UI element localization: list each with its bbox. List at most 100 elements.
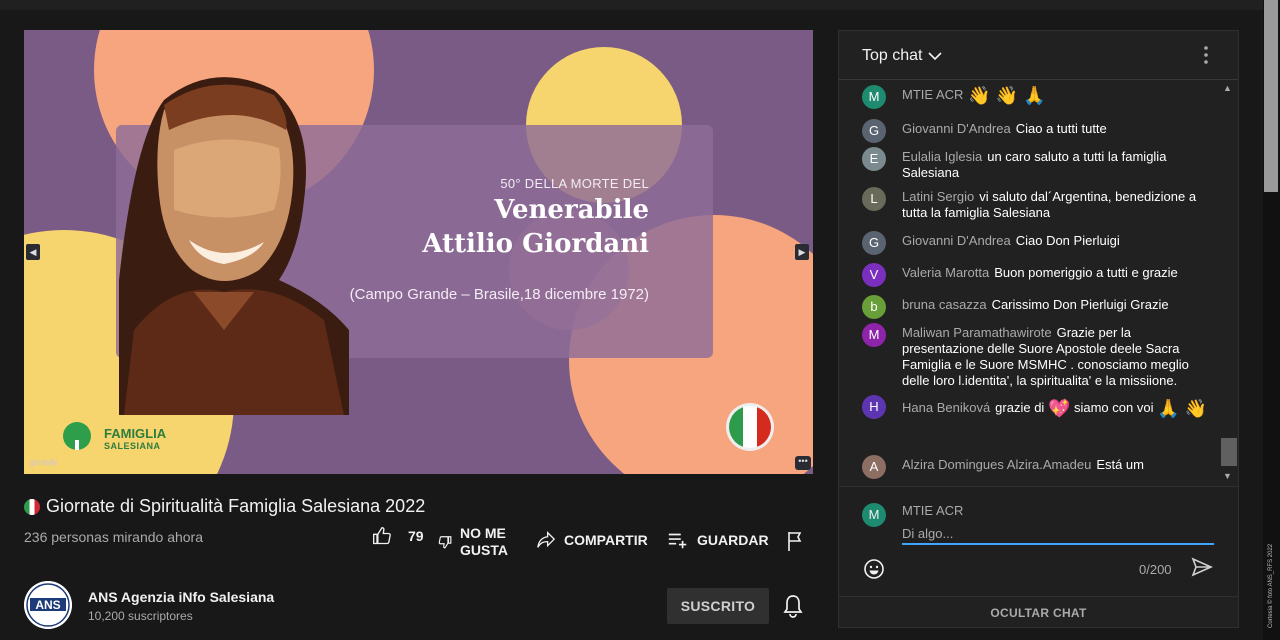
chat-header: Top chat — [839, 31, 1238, 80]
avatar[interactable]: G — [862, 231, 886, 255]
dislike-label-line1: NO ME — [460, 525, 506, 541]
chat-message-list[interactable]: M MTIE ACR 👋 👋 🙏 G Giovanni D'Andrea Ciao … — [839, 81, 1238, 485]
slide-title-line1: Venerabile — [494, 195, 649, 225]
send-button[interactable] — [1191, 557, 1213, 582]
subscribed-button[interactable]: SUSCRITO — [667, 588, 769, 624]
message-author[interactable]: bruna casazza — [902, 297, 987, 312]
avatar-text: ANS — [35, 598, 60, 612]
message-text: Carissimo Don Pierluigi Grazie — [991, 297, 1169, 312]
message-text: Está um — [1096, 457, 1144, 472]
chat-message: A Alzira Domingues Alzira.Amadeu Está um — [862, 455, 1212, 479]
chat-message: H Hana Beniková grazie di 💖 siamo con voi… — [862, 395, 1212, 420]
avatar[interactable]: V — [862, 263, 886, 287]
italy-flag-icon — [24, 498, 40, 515]
like-button[interactable]: 79 — [372, 526, 424, 546]
page-scrollbar-thumb[interactable] — [1264, 0, 1278, 192]
message-emoji: 💖 — [1047, 398, 1071, 419]
avatar[interactable]: L — [862, 187, 886, 211]
chat-composer: M MTIE ACR 0/200 — [839, 486, 1238, 597]
chat-message: G Giovanni D'Andrea Ciao a tutti tutte — [862, 119, 1212, 143]
slide-subtitle: 50° DELLA MORTE DEL — [500, 176, 649, 191]
video-title: Giornate di Spiritualità Famiglia Salesi… — [24, 496, 425, 517]
chat-scroll-up-button[interactable]: ▲ — [1223, 83, 1232, 93]
message-text-2: siamo con voi — [1073, 400, 1154, 415]
message-author[interactable]: Latini Sergio — [902, 189, 974, 204]
message-author[interactable]: Giovanni D'Andrea — [902, 121, 1011, 136]
photo-credit: Cortesia © foto ANS_RFS 2022 — [1268, 543, 1274, 628]
hide-chat-button[interactable]: OCULTAR CHAT — [839, 598, 1238, 629]
flag-icon — [788, 532, 802, 551]
message-author[interactable]: Giovanni D'Andrea — [902, 233, 1011, 248]
avatar[interactable]: G — [862, 119, 886, 143]
save-button[interactable]: GUARDAR — [667, 531, 769, 549]
dislike-label-line2: GUSTA — [460, 542, 508, 558]
message-text: Buon pomeriggio a tutti e grazie — [994, 265, 1178, 280]
chat-input[interactable] — [902, 523, 1214, 545]
avatar[interactable]: E — [862, 147, 886, 171]
thumbs-down-icon — [438, 536, 452, 549]
slide-next-button[interactable]: ▶ — [795, 244, 809, 260]
genially-watermark: genially — [30, 458, 58, 467]
send-icon — [1191, 557, 1213, 577]
chat-message: G Giovanni D'Andrea Ciao Don Pierluigi — [862, 231, 1212, 255]
ans-logo-icon: ANS — [24, 581, 72, 629]
live-chat-panel: Top chat M MTIE ACR 👋 👋 🙏 G Giovanni D'An… — [838, 30, 1239, 628]
more-horizontal-icon: ••• — [798, 456, 808, 466]
chevron-right-icon: ▶ — [798, 247, 806, 257]
avatar[interactable]: H — [862, 395, 886, 419]
message-author[interactable]: Alzira Domingues Alzira.Amadeu — [902, 457, 1091, 472]
share-label: COMPARTIR — [564, 532, 648, 548]
message-author[interactable]: Valeria Marotta — [902, 265, 989, 280]
top-bar — [0, 0, 1280, 10]
thumbs-up-icon — [373, 526, 391, 545]
slide-title-line2: Attilio Giordani — [422, 229, 649, 259]
chevron-down-icon — [928, 52, 943, 61]
message-emoji: 👋 👋 🙏 — [968, 85, 1046, 106]
composer-author: MTIE ACR — [902, 503, 964, 518]
message-author[interactable]: Eulalia Iglesia — [902, 149, 982, 164]
char-counter: 0/200 — [1139, 562, 1172, 577]
caret-up-icon: ▲ — [1223, 83, 1232, 93]
share-button[interactable]: COMPARTIR — [536, 531, 648, 549]
message-author[interactable]: Hana Beniková — [902, 400, 990, 415]
channel-avatar[interactable]: ANS — [24, 581, 72, 629]
viewer-count: 236 personas mirando ahora — [24, 529, 204, 545]
subscriber-count: 10,200 suscriptores — [88, 609, 193, 623]
report-button[interactable] — [786, 531, 804, 551]
slide-more-button[interactable]: ••• — [795, 456, 811, 470]
chat-scrollbar-thumb[interactable] — [1221, 438, 1237, 466]
chat-more-button[interactable] — [1203, 45, 1209, 70]
save-label: GUARDAR — [697, 532, 769, 548]
channel-name[interactable]: ANS Agenzia iNfo Salesiana — [88, 589, 274, 605]
message-emoji-2: 🙏 👋 — [1157, 398, 1207, 419]
emoji-button[interactable] — [863, 558, 885, 585]
slide-place-date: (Campo Grande – Brasile,18 dicembre 1972… — [349, 286, 649, 303]
smiley-icon — [864, 559, 884, 579]
chat-message: E Eulalia Iglesia un caro saluto a tutti … — [862, 147, 1212, 181]
bell-icon — [783, 595, 803, 618]
caret-down-icon: ▼ — [1223, 471, 1232, 481]
chevron-left-icon: ◀ — [29, 247, 37, 257]
chat-message: M Maliwan Paramathawirote Grazie per la p… — [862, 323, 1212, 389]
message-author[interactable]: Maliwan Paramathawirote — [902, 325, 1052, 340]
like-count: 79 — [408, 528, 424, 544]
chat-message: L Latini Sergio vi saluto dal´Argentina, … — [862, 187, 1212, 221]
slide-prev-button[interactable]: ◀ — [26, 244, 40, 260]
famiglia-salesiana-logo: FAMIGLIA SALESIANA — [104, 427, 166, 452]
chat-mode-dropdown[interactable]: Top chat — [862, 47, 943, 65]
avatar[interactable]: b — [862, 295, 886, 319]
chat-message: b bruna casazza Carissimo Don Pierluigi G… — [862, 295, 1212, 319]
chat-scroll-down-button[interactable]: ▼ — [1223, 471, 1232, 481]
message-author[interactable]: MTIE ACR — [902, 87, 963, 102]
message-text: Ciao Don Pierluigi — [1015, 233, 1120, 248]
avatar[interactable]: M — [862, 323, 886, 347]
notification-bell-button[interactable] — [782, 594, 804, 623]
video-player[interactable]: 50° DELLA MORTE DEL Venerabile Attilio G… — [24, 30, 813, 474]
message-text: grazie di — [995, 400, 1045, 415]
avatar[interactable]: A — [862, 455, 886, 479]
chat-mode-label: Top chat — [862, 47, 923, 64]
more-vertical-icon — [1204, 46, 1208, 64]
message-text: Ciao a tutti tutte — [1015, 121, 1107, 136]
dislike-button[interactable]: NO ME GUSTA — [438, 525, 508, 559]
avatar[interactable]: M — [862, 85, 886, 109]
